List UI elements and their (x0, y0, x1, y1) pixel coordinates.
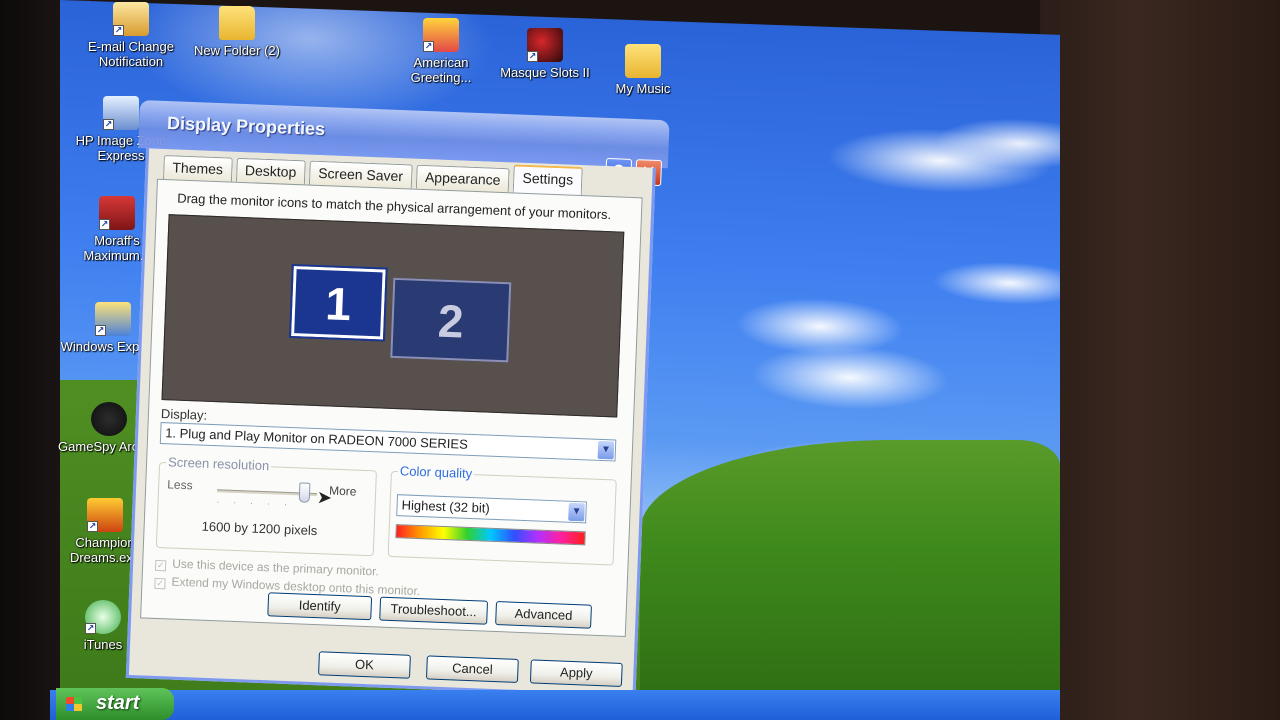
itunes-icon: ↗ (85, 600, 121, 634)
resolution-slider-thumb[interactable] (298, 482, 311, 503)
start-label: start (96, 692, 140, 714)
taskbar (50, 690, 1060, 720)
desktop-icon-label: Masque Slots II (500, 65, 590, 80)
apply-button[interactable]: Apply (529, 659, 623, 687)
folder-icon (219, 6, 255, 40)
tab-desktop[interactable]: Desktop (235, 157, 306, 185)
screen-resolution-group: Screen resolution Less · · · · · More ➤ … (155, 454, 377, 557)
desktop-icon-label: New Folder (2) (194, 43, 280, 58)
monitor-2-icon[interactable]: 2 (390, 277, 512, 363)
mouse-cursor-icon: ➤ (316, 487, 333, 508)
chevron-down-icon[interactable]: ▼ (597, 440, 615, 460)
music-folder-icon (625, 44, 661, 78)
windows-logo-icon (66, 697, 82, 711)
troubleshoot-button[interactable]: Troubleshoot... (379, 596, 489, 625)
slots-icon: ↗ (527, 28, 563, 62)
resolution-more-label: More (328, 483, 357, 499)
window-title: Display Properties (166, 113, 326, 140)
display-select-value: 1. Plug and Play Monitor on RADEON 7000 … (164, 425, 469, 452)
checkbox-icon: ✓ (154, 577, 166, 590)
tab-appearance[interactable]: Appearance (415, 164, 510, 193)
image-zone-icon: ↗ (103, 96, 139, 130)
display-select[interactable]: 1. Plug and Play Monitor on RADEON 7000 … (159, 422, 617, 462)
explorer-icon: ↗ (95, 302, 131, 336)
advanced-button[interactable]: Advanced (495, 601, 592, 629)
mail-icon: ↗ (113, 2, 149, 36)
monitor-arrangement-area: 1 2 (161, 214, 625, 418)
wallpaper-hill (640, 440, 1060, 700)
color-quality-group: Color quality Highest (32 bit) ▼ (387, 463, 617, 566)
identify-button[interactable]: Identify (267, 592, 373, 621)
champion-icon: ↗ (87, 498, 123, 532)
color-quality-select[interactable]: Highest (32 bit) ▼ (396, 494, 587, 524)
desktop-icon-masque-slots[interactable]: ↗ Masque Slots II (490, 28, 600, 80)
ok-button[interactable]: OK (318, 651, 411, 679)
settings-panel: Drag the monitor icons to match the phys… (140, 178, 643, 638)
desktop-icon-new-folder[interactable]: New Folder (2) (182, 6, 292, 58)
color-spectrum-bar (395, 524, 586, 546)
moraff-icon: ↗ (99, 196, 135, 230)
desktop-icon-label: American Greeting... (410, 55, 472, 85)
desktop-icon-american-greetings[interactable]: ↗ American Greeting... (386, 18, 496, 85)
monitor-bezel-right (1040, 0, 1280, 720)
checkbox-icon: ✓ (154, 559, 167, 572)
desktop-icon-label: My Music (615, 81, 671, 96)
screen-resolution-title: Screen resolution (165, 454, 272, 474)
desktop-icon-label: iTunes (83, 637, 123, 652)
desktop-icon-label: E-mail Change Notification (88, 39, 174, 69)
display-label: Display: (160, 406, 208, 423)
color-quality-value: Highest (32 bit) (401, 497, 491, 516)
monitor-1-icon[interactable]: 1 (288, 263, 388, 342)
resolution-value: 1600 by 1200 pixels (201, 518, 318, 539)
greeting-card-icon: ↗ (423, 18, 459, 52)
desktop-icon-my-music[interactable]: My Music (588, 44, 698, 96)
tab-themes[interactable]: Themes (162, 154, 233, 182)
tab-settings[interactable]: Settings (513, 164, 583, 196)
cancel-button[interactable]: Cancel (425, 655, 519, 683)
color-quality-title: Color quality (397, 463, 475, 482)
display-properties-window: Display Properties ? ✕ Themes Desktop Sc… (118, 100, 670, 700)
resolution-slider-ticks: · · · · · (216, 497, 293, 510)
resolution-less-label: Less (166, 477, 193, 493)
desktop-icon-email-notification[interactable]: ↗ E-mail Change Notification (76, 2, 186, 69)
gamespy-icon (91, 402, 127, 436)
chevron-down-icon[interactable]: ▼ (568, 502, 585, 522)
